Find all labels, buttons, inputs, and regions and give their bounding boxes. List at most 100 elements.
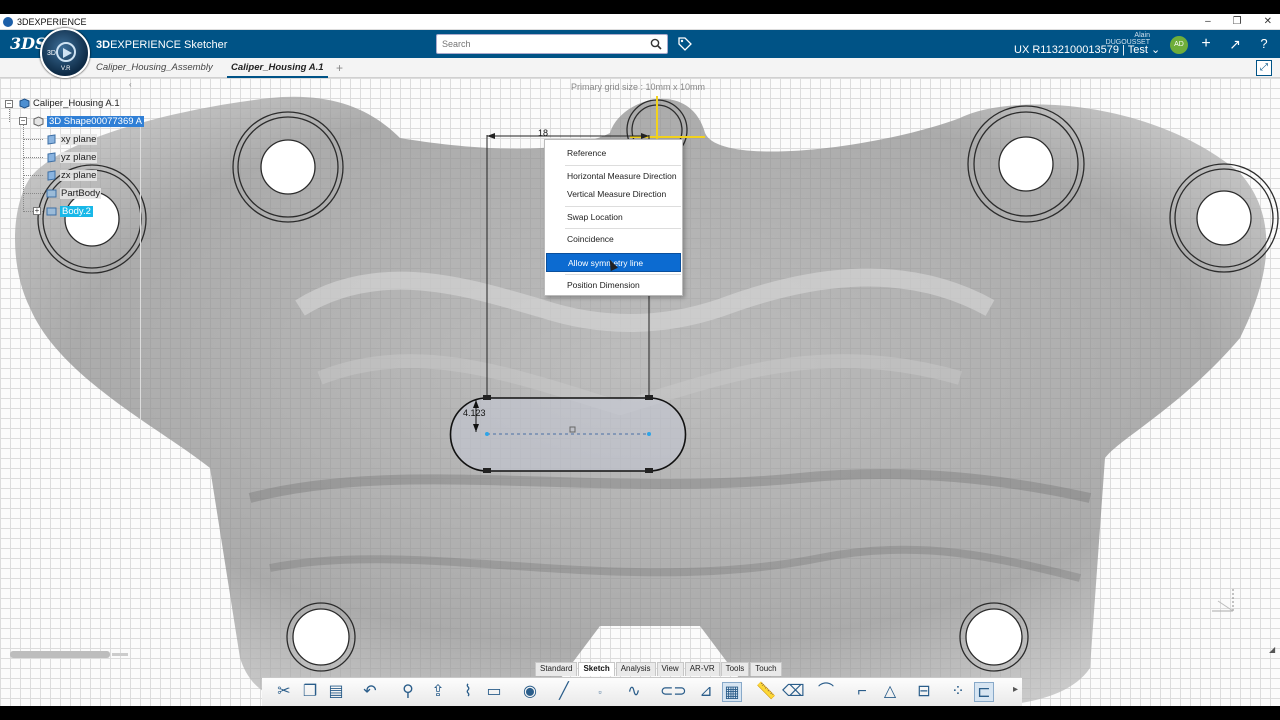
rectangle-icon[interactable]: ▭	[484, 682, 504, 702]
selection-icon[interactable]: ⚲	[398, 682, 418, 702]
shape-icon	[33, 116, 44, 127]
tab-view[interactable]: View	[656, 662, 684, 676]
trim-icon[interactable]: ⌫	[782, 682, 805, 702]
tree-item-body[interactable]: Body.2	[46, 206, 93, 217]
close-button[interactable]: ✕	[1264, 14, 1272, 30]
tab-caliper-housing[interactable]: Caliper_Housing A.1	[227, 58, 328, 78]
tree-item-xy-plane[interactable]: xy plane	[46, 134, 98, 145]
chamfer-icon[interactable]: ⌐	[852, 682, 872, 702]
constraint-icon[interactable]: ⊿	[696, 682, 716, 702]
add-icon[interactable]: +	[1198, 36, 1214, 52]
chevron-down-icon: ⌄	[1151, 44, 1161, 56]
menu-item-vertical-measure-direction[interactable]: Vertical Measure Direction	[546, 185, 681, 204]
copy-icon[interactable]: ❐	[300, 682, 320, 702]
mirror-icon[interactable]: △	[880, 682, 900, 702]
share-icon[interactable]: ↗	[1227, 36, 1243, 52]
menu-item-horizontal-measure-direction[interactable]: Horizontal Measure Direction	[546, 167, 681, 186]
export-icon[interactable]: ⇪	[428, 682, 448, 702]
spline-icon[interactable]: ∿	[624, 682, 644, 702]
plane-icon	[47, 170, 56, 181]
app-name: 3DEXPERIENCE Sketcher	[96, 39, 227, 51]
tree-shape-label: 3D Shape00077369 A	[47, 116, 144, 127]
tree-item-zx-plane[interactable]: zx plane	[46, 170, 98, 181]
profile-icon[interactable]: ⌇	[458, 682, 478, 702]
search-input[interactable]	[437, 35, 637, 53]
zx-plane-label: zx plane	[60, 170, 98, 181]
tab-ar-vr[interactable]: AR-VR	[684, 662, 720, 676]
compass-play-icon	[63, 48, 72, 58]
line-icon[interactable]: ╱	[554, 682, 574, 702]
search-icon[interactable]	[650, 38, 662, 50]
tree-root[interactable]: Caliper_Housing A.1	[19, 98, 120, 109]
grid-size-caption: Primary grid size : 10mm x 10mm	[571, 82, 706, 92]
axis-triad-icon	[1212, 587, 1234, 612]
collab-space-selector[interactable]: UX R1132100013579 | Test ⌄	[1014, 43, 1160, 56]
tree-root-label: Caliper_Housing A.1	[33, 98, 120, 109]
collab-space-label: UX R1132100013579 | Test	[1014, 44, 1148, 56]
tab-sketch[interactable]: Sketch	[578, 662, 615, 676]
menu-item-coincidence[interactable]: Coincidence	[546, 230, 681, 249]
avatar[interactable]: AD	[1170, 36, 1188, 54]
tree-item-yz-plane[interactable]: yz plane	[46, 152, 98, 163]
partbody-label: PartBody	[60, 188, 102, 199]
search-box[interactable]	[436, 34, 668, 54]
horizontal-dimension-label[interactable]: 18	[538, 128, 548, 138]
window-titlebar: 3DEXPERIENCE – ❐ ✕	[0, 14, 1280, 30]
restore-button[interactable]: ❐	[1233, 14, 1242, 30]
tree-horizontal-scrollbar[interactable]	[10, 651, 110, 658]
compass-widget[interactable]: 3D V.R	[40, 28, 90, 78]
letterbox-top	[0, 0, 1280, 14]
tag-icon[interactable]	[677, 36, 693, 52]
compass-3d-label: 3D	[47, 50, 56, 57]
document-tabs: Caliper_Housing_Assembly Caliper_Housing…	[0, 58, 1280, 78]
yz-plane-label: yz plane	[60, 152, 98, 163]
plane-icon	[47, 134, 56, 145]
partbody-icon	[46, 189, 57, 198]
paste-icon[interactable]: ▤	[326, 682, 346, 702]
construction-icon[interactable]: ⁘	[948, 682, 968, 702]
body-label: Body.2	[60, 206, 93, 217]
xy-plane-label: xy plane	[60, 134, 98, 145]
minimize-button[interactable]: –	[1205, 14, 1211, 30]
corner-icon[interactable]: ⌒	[816, 682, 836, 702]
expand-body-icon[interactable]: +	[33, 207, 41, 215]
menu-item-position-dimension[interactable]: Position Dimension	[546, 276, 681, 295]
dimension-constraint-icon[interactable]: ▦	[722, 682, 742, 702]
letterbox-bottom	[0, 706, 1280, 720]
fullscreen-icon[interactable]: ⤢	[1256, 60, 1272, 76]
exit-sketch-icon[interactable]: ⊏	[974, 682, 994, 702]
circle-icon[interactable]: ◉	[520, 682, 540, 702]
tree-scrollbar-track[interactable]	[112, 653, 128, 656]
body-icon	[46, 207, 57, 216]
action-bar: ✂ ❐ ▤ ↶ ⚲ ⇪ ⌇ ▭ ◉ ╱ ▫ ∿ ⊂⊃ ⊿ ▦ 📏 ⌫ ⌒ ⌐ △…	[262, 677, 1022, 706]
app-name-rest: EXPERIENCE Sketcher	[110, 39, 228, 51]
collapse-root-icon[interactable]: −	[5, 100, 13, 108]
menu-item-swap-location[interactable]: Swap Location	[546, 208, 681, 227]
vertical-dimension-label[interactable]: 4.123	[463, 408, 486, 418]
action-bar-tabs: Standard Sketch Analysis View AR-VR Tool…	[535, 662, 783, 676]
tab-caliper-housing-assembly[interactable]: Caliper_Housing_Assembly	[92, 58, 217, 78]
context-menu: Reference Horizontal Measure Direction V…	[544, 139, 683, 296]
tab-standard[interactable]: Standard	[535, 662, 578, 676]
point-icon[interactable]: ▫	[590, 682, 610, 702]
panel-arrow-icon[interactable]: ◢	[1269, 645, 1275, 654]
tab-touch[interactable]: Touch	[750, 662, 782, 676]
compass-vr-label: V.R	[61, 66, 71, 72]
collapse-panel-icon[interactable]: ‹	[129, 80, 132, 89]
project-icon[interactable]: ⊟	[914, 682, 934, 702]
slot-icon[interactable]: ⊂⊃	[660, 682, 687, 702]
tab-analysis[interactable]: Analysis	[615, 662, 656, 676]
cut-icon[interactable]: ✂	[274, 682, 294, 702]
menu-item-reference[interactable]: Reference	[546, 144, 681, 163]
tree-item-shape[interactable]: 3D Shape00077369 A	[33, 116, 144, 127]
measure-icon[interactable]: 📏	[756, 682, 776, 702]
toolbar-more-icon[interactable]: ▸	[1013, 684, 1018, 695]
tree-item-partbody[interactable]: PartBody	[46, 188, 102, 199]
add-tab-button[interactable]: +	[336, 58, 343, 78]
undo-icon[interactable]: ↶	[360, 682, 380, 702]
collapse-shape-icon[interactable]: −	[19, 117, 27, 125]
tab-tools[interactable]: Tools	[720, 662, 750, 676]
tree-panel-separator[interactable]	[140, 82, 142, 660]
help-icon[interactable]: ?	[1256, 36, 1272, 52]
plane-icon	[47, 152, 56, 163]
